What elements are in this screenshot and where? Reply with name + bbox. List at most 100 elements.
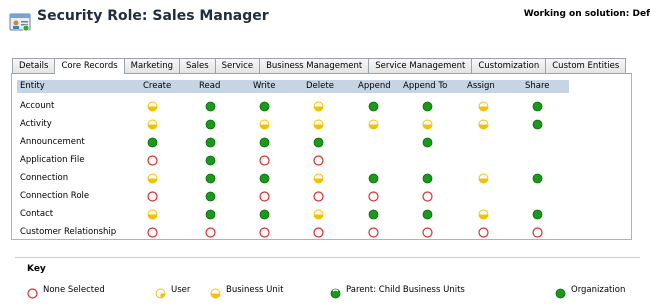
- column-header-create: Create: [143, 81, 172, 91]
- privilege-delete-icon[interactable]: [313, 209, 324, 220]
- privilege-row: Announcement: [17, 134, 569, 152]
- privilege-create-icon[interactable]: [147, 209, 158, 220]
- privilege-delete-icon[interactable]: [313, 173, 324, 184]
- privilege-create-icon[interactable]: [147, 137, 158, 148]
- privilege-assign-icon[interactable]: [478, 119, 489, 130]
- privilege-assign-icon[interactable]: [478, 101, 489, 112]
- tab-service[interactable]: Service: [214, 58, 261, 73]
- privilege-row: Contact: [17, 206, 569, 224]
- privilege-append-to-icon[interactable]: [422, 209, 433, 220]
- entity-name: Connection Role: [20, 191, 90, 201]
- page-header: Security Role: Sales Manager Working on …: [0, 0, 650, 44]
- privilege-share-icon[interactable]: [532, 227, 543, 238]
- privilege-read-icon[interactable]: [205, 119, 216, 130]
- privilege-append-icon[interactable]: [368, 191, 379, 202]
- privilege-create-icon[interactable]: [147, 155, 158, 166]
- tab-core-records[interactable]: Core Records: [54, 58, 125, 74]
- privilege-delete-icon[interactable]: [313, 101, 324, 112]
- privilege-write-icon[interactable]: [259, 119, 270, 130]
- column-header-append: Append: [358, 81, 391, 91]
- column-header-append-to: Append To: [403, 81, 448, 91]
- column-header-write: Write: [253, 81, 276, 91]
- privilege-delete-icon[interactable]: [313, 155, 324, 166]
- privilege-write-icon[interactable]: [259, 101, 270, 112]
- tab-service-management[interactable]: Service Management: [368, 58, 473, 73]
- privilege-create-icon[interactable]: [147, 227, 158, 238]
- privilege-append-to-icon[interactable]: [422, 173, 433, 184]
- privilege-append-icon[interactable]: [368, 119, 379, 130]
- key-label-none: None Selected: [43, 285, 105, 295]
- privilege-append-to-icon[interactable]: [422, 137, 433, 148]
- security-role-icon: [9, 11, 31, 33]
- privilege-append-icon[interactable]: [368, 209, 379, 220]
- privilege-read-icon[interactable]: [205, 155, 216, 166]
- privilege-append-to-icon[interactable]: [422, 119, 433, 130]
- privilege-write-icon[interactable]: [259, 137, 270, 148]
- privilege-delete-icon[interactable]: [313, 119, 324, 130]
- tab-custom-entities[interactable]: Custom Entities: [545, 58, 627, 73]
- key-label-parent-child: Parent: Child Business Units: [346, 285, 465, 295]
- entity-name: Connection: [20, 173, 69, 183]
- privilege-create-icon[interactable]: [147, 119, 158, 130]
- privilege-write-icon[interactable]: [259, 155, 270, 166]
- entity-name: Account: [20, 101, 55, 111]
- tab-strip: Details Core Records Marketing Sales Ser…: [12, 58, 627, 74]
- privilege-delete-icon[interactable]: [313, 227, 324, 238]
- privilege-read-icon[interactable]: [205, 191, 216, 202]
- entity-name: Activity: [20, 119, 52, 129]
- privilege-read-icon[interactable]: [205, 137, 216, 148]
- tab-marketing[interactable]: Marketing: [123, 58, 181, 73]
- entity-name: Customer Relationship: [20, 227, 117, 237]
- privilege-share-icon[interactable]: [532, 173, 543, 184]
- entity-name: Contact: [20, 209, 54, 219]
- privilege-share-icon[interactable]: [532, 119, 543, 130]
- privilege-append-to-icon[interactable]: [422, 101, 433, 112]
- privilege-create-icon[interactable]: [147, 173, 158, 184]
- tab-customization[interactable]: Customization: [471, 58, 547, 73]
- entity-name: Announcement: [20, 137, 85, 147]
- solution-label: Working on solution: Def: [523, 9, 650, 19]
- privilege-delete-icon[interactable]: [313, 191, 324, 202]
- privilege-append-to-icon[interactable]: [422, 191, 433, 202]
- column-header-assign: Assign: [467, 81, 495, 91]
- privilege-create-icon[interactable]: [147, 191, 158, 202]
- privilege-assign-icon[interactable]: [478, 227, 489, 238]
- privilege-append-icon[interactable]: [368, 101, 379, 112]
- privilege-row: Connection: [17, 170, 569, 188]
- privilege-create-icon[interactable]: [147, 101, 158, 112]
- privilege-row: Connection Role: [17, 188, 569, 206]
- column-header-entity: Entity: [20, 81, 45, 91]
- tab-details[interactable]: Details: [12, 58, 56, 73]
- user-level-icon: [155, 284, 166, 299]
- privilege-append-icon[interactable]: [368, 173, 379, 184]
- privilege-delete-icon[interactable]: [313, 137, 324, 148]
- privilege-read-icon[interactable]: [205, 209, 216, 220]
- column-header-delete: Delete: [306, 81, 334, 91]
- page-title: Security Role: Sales Manager: [37, 8, 269, 24]
- privilege-share-icon[interactable]: [532, 101, 543, 112]
- privilege-append-icon[interactable]: [368, 227, 379, 238]
- privilege-write-icon[interactable]: [259, 227, 270, 238]
- privilege-read-icon[interactable]: [205, 173, 216, 184]
- privilege-append-to-icon[interactable]: [422, 227, 433, 238]
- privilege-read-icon[interactable]: [205, 101, 216, 112]
- privilege-write-icon[interactable]: [259, 209, 270, 220]
- tab-business-management[interactable]: Business Management: [259, 58, 370, 73]
- key-label-user: User: [171, 285, 191, 295]
- privilege-row: Account: [17, 98, 569, 116]
- tab-sales[interactable]: Sales: [179, 58, 216, 73]
- privilege-share-icon[interactable]: [532, 209, 543, 220]
- privilege-read-icon[interactable]: [205, 227, 216, 238]
- key-legend: Key None Selected User Business Unit Par…: [15, 257, 640, 302]
- entity-name: Application File: [20, 155, 85, 165]
- parent-child-icon: [330, 284, 341, 299]
- privilege-write-icon[interactable]: [259, 173, 270, 184]
- privilege-assign-icon[interactable]: [478, 209, 489, 220]
- organization-icon: [555, 284, 566, 299]
- business-unit-icon: [210, 284, 221, 299]
- column-header-share: Share: [525, 81, 550, 91]
- key-label-business-unit: Business Unit: [226, 285, 284, 295]
- privilege-write-icon[interactable]: [259, 191, 270, 202]
- key-title: Key: [27, 264, 46, 274]
- privilege-assign-icon[interactable]: [478, 173, 489, 184]
